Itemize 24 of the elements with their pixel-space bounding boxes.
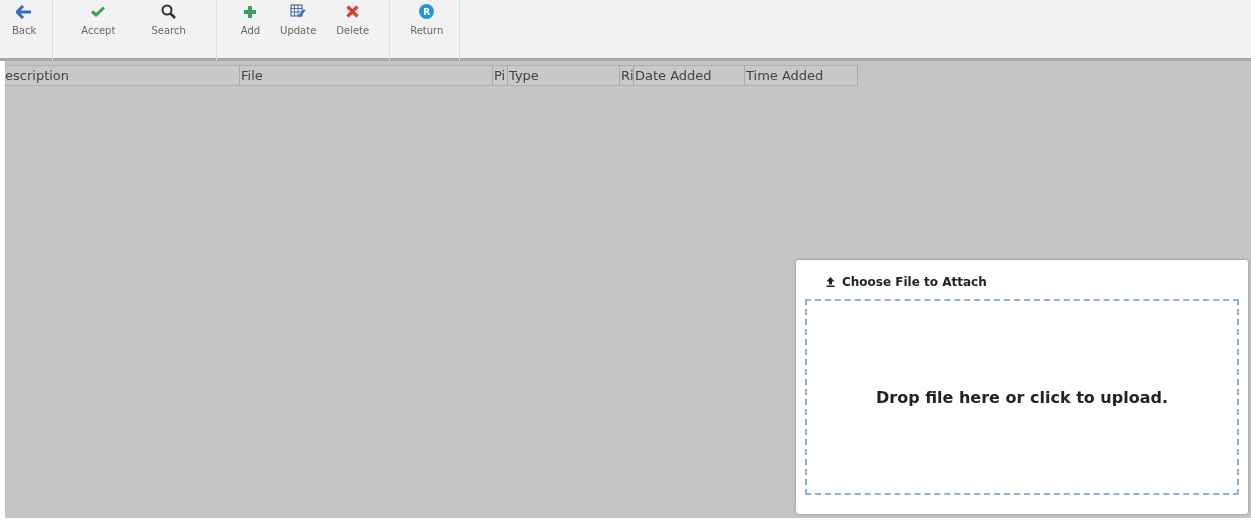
return-button[interactable]: R Return [402,0,452,40]
column-header[interactable]: Ri [620,65,634,86]
column-header[interactable]: Date Added [634,65,745,86]
column-header[interactable]: escription [5,65,240,86]
dropzone[interactable]: Drop file here or click to upload. [805,299,1239,495]
close-icon [346,4,360,19]
search-button[interactable]: Search [143,0,194,40]
column-header[interactable]: File [240,65,493,86]
plus-icon [243,4,258,19]
update-button[interactable]: Update [272,0,325,40]
panel-title: Choose File to Attach [842,275,987,289]
column-header[interactable]: Pi [493,65,508,86]
search-icon [161,4,177,19]
accept-button[interactable]: Accept [73,0,124,40]
back-arrow-icon [16,4,33,19]
checkmark-icon [91,4,106,19]
back-button[interactable]: Back [4,0,45,40]
upload-icon [826,277,835,287]
circle-letter-icon: R [419,4,435,19]
column-header[interactable]: Type [508,65,620,86]
add-button[interactable]: Add [232,0,269,40]
delete-button[interactable]: Delete [328,0,378,40]
table-pencil-icon [290,4,307,19]
column-header[interactable]: Time Added [745,65,858,86]
